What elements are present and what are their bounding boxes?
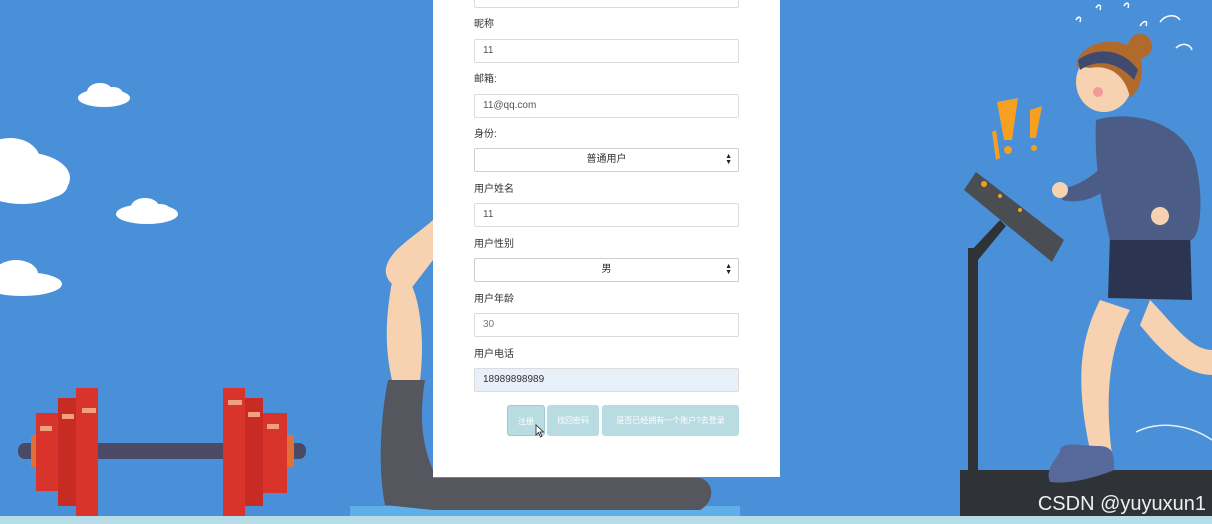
go-login-button[interactable]: 是否已经拥有一个账户?去登录 bbox=[602, 405, 739, 436]
role-select-value: 普通用户 bbox=[586, 154, 627, 165]
cloud-icon bbox=[78, 83, 130, 107]
phone-input[interactable]: 18989898989 bbox=[474, 368, 739, 392]
sort-arrows-icon: ▲ ▼ bbox=[725, 153, 732, 166]
gender-label: 用户性别 bbox=[474, 239, 514, 250]
name-input[interactable]: 11 bbox=[474, 203, 739, 227]
cloud-icon bbox=[0, 260, 62, 296]
email-input[interactable]: 11@qq.com bbox=[474, 94, 739, 118]
age-input[interactable]: 30 bbox=[474, 313, 739, 337]
dumbbell-illustration bbox=[18, 388, 306, 518]
role-label: 身份: bbox=[474, 129, 497, 140]
email-label: 邮箱: bbox=[474, 74, 497, 85]
exclamation-icon bbox=[992, 98, 1042, 160]
mouse-cursor-icon bbox=[535, 424, 545, 438]
gender-select[interactable]: 男 ▲ ▼ bbox=[474, 258, 739, 282]
password-confirm-input[interactable] bbox=[474, 0, 739, 8]
name-label: 用户姓名 bbox=[474, 184, 514, 195]
nickname-input[interactable]: 11 bbox=[474, 39, 739, 63]
watermark-text: CSDN @yuyuxun1 bbox=[1037, 493, 1206, 515]
runner-illustration bbox=[1048, 34, 1212, 483]
age-label: 用户年龄 bbox=[474, 294, 514, 305]
cloud-icon bbox=[0, 138, 70, 204]
role-select[interactable]: 普通用户 ▲ ▼ bbox=[474, 148, 739, 172]
phone-label: 用户电话 bbox=[474, 349, 514, 360]
recover-password-button[interactable]: 找回密码 bbox=[547, 405, 599, 436]
floor-strip bbox=[0, 516, 1212, 524]
sort-arrows-icon: ▲ ▼ bbox=[725, 263, 732, 276]
cloud-icon bbox=[116, 198, 178, 224]
gender-select-value: 男 bbox=[601, 264, 612, 275]
nickname-label: 昵称 bbox=[474, 19, 494, 30]
